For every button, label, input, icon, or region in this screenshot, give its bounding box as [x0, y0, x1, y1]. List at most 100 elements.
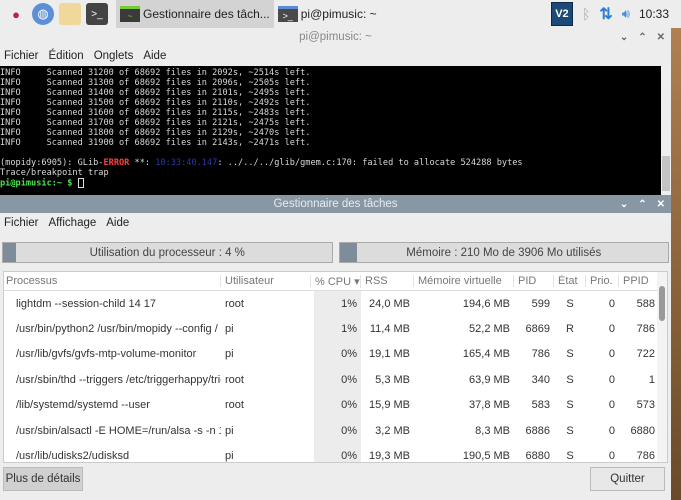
cpu-usage-label: Utilisation du processeur : 4 % — [89, 246, 245, 259]
close-icon[interactable]: ✕ — [657, 199, 665, 210]
process-table: Processus Utilisateur% CPU ▾ RSS Mémoire vi… — [3, 271, 668, 463]
error-mid: **: — [129, 158, 156, 168]
network-icon[interactable]: ⇅ — [599, 4, 612, 24]
column-header-virtual-memory[interactable]: Mémoire virtuelle — [414, 275, 514, 287]
cell-priority: 0 — [608, 348, 615, 361]
error-time: 10:33:40.147 — [155, 158, 218, 168]
log-line: INFO Scanned 31400 of 68692 files in 210… — [0, 88, 311, 98]
terminal-icon: >_ — [277, 6, 298, 22]
cell-rss: 5,3 MB — [375, 373, 410, 386]
cell-rss: 19,3 MB — [369, 450, 410, 463]
error-word: ERROR — [103, 158, 130, 168]
maximize-icon[interactable]: ⌃ — [638, 32, 646, 43]
menu-fichier[interactable]: Fichier — [4, 50, 39, 62]
cell-priority: 0 — [608, 450, 615, 463]
cell-state: S — [566, 297, 574, 310]
column-header-rss[interactable]: RSS — [361, 275, 414, 287]
cursor — [77, 178, 84, 188]
clock: 10:33 — [638, 7, 669, 21]
cell-virtual-memory: 165,4 MB — [462, 348, 510, 361]
bluetooth-icon[interactable]: ᛒ — [582, 6, 590, 22]
cell-virtual-memory: 190,5 MB — [462, 450, 510, 463]
cell-pid: 599 — [531, 297, 550, 310]
menu-fichier[interactable]: Fichier — [4, 217, 39, 229]
terminal-launcher-icon[interactable]: >_ — [86, 3, 108, 25]
menu-aide[interactable]: Aide — [106, 217, 129, 229]
more-details-button[interactable]: Plus de détails — [3, 467, 83, 491]
minimize-icon[interactable]: ⌄ — [620, 32, 628, 43]
window-title: Gestionnaire des tâches — [273, 198, 398, 210]
cell-state: S — [566, 450, 574, 463]
raspberry-menu-icon[interactable]: ● — [5, 3, 27, 25]
file-manager-icon[interactable] — [59, 3, 81, 25]
error-message: : ../../../glib/gmem.c:170: failed to al… — [217, 158, 523, 168]
table-row[interactable]: /usr/lib/udisks2/udisksd pi 0% 19,3 MB 190,5… — [4, 443, 667, 463]
cell-process: /lib/systemd/systemd --user — [16, 399, 150, 412]
menu-affichage[interactable]: Affichage — [49, 217, 97, 229]
table-row[interactable]: /usr/lib/gvfs/gvfs-mtp-volume-monitor pi 0… — [4, 342, 667, 367]
cell-ppid: 786 — [636, 450, 655, 463]
minimize-icon[interactable]: ⌄ — [620, 199, 628, 210]
log-line: INFO Scanned 31600 of 68692 files in 211… — [0, 108, 311, 118]
cell-rss: 19,1 MB — [369, 348, 410, 361]
log-line: INFO Scanned 31700 of 68692 files in 212… — [0, 118, 311, 128]
cell-user: pi — [225, 450, 234, 463]
cell-virtual-memory: 8,3 MB — [475, 424, 510, 437]
error-line: (mopidy:6905): GLib-ERROR **: 10:33:40.1… — [0, 158, 671, 168]
cell-rss: 3,2 MB — [375, 424, 410, 437]
cell-process: /usr/lib/udisks2/udisksd — [16, 450, 130, 463]
table-row[interactable]: /usr/sbin/alsactl -E HOME=/run/alsa -s -… — [4, 418, 667, 443]
cell-cpu: 0% — [341, 399, 357, 412]
cell-cpu: 1% — [341, 297, 357, 310]
volume-icon[interactable]: 🔊︎ — [622, 6, 630, 22]
column-header-pid[interactable]: PID — [514, 275, 554, 287]
cell-user: pi — [225, 348, 234, 361]
log-line: INFO Scanned 31300 of 68692 files in 209… — [0, 78, 311, 88]
maximize-icon[interactable]: ⌃ — [638, 199, 646, 210]
menu-aide[interactable]: Aide — [143, 50, 166, 62]
cell-user: root — [225, 399, 244, 412]
window-title: pi@pimusic: ~ — [299, 31, 372, 43]
prompt: pi@pimusic:~ $ — [0, 178, 73, 189]
column-header-process[interactable]: Processus — [4, 275, 221, 287]
cell-pid: 583 — [531, 399, 550, 412]
menu-onglets[interactable]: Onglets — [94, 50, 134, 62]
table-row[interactable]: lightdm --session-child 14 17 root 1% 24,0 … — [4, 291, 667, 316]
memory-usage-fill — [339, 243, 358, 262]
table-row[interactable]: /lib/systemd/systemd --user root 0% 15,9 MB… — [4, 393, 667, 418]
table-scrollbar[interactable] — [657, 272, 667, 462]
task-terminal[interactable]: >_ pi@pimusic: ~ — [274, 0, 381, 28]
cell-ppid: 722 — [636, 348, 655, 361]
terminal-scrollbar[interactable] — [661, 66, 671, 196]
cell-state: S — [566, 348, 574, 361]
cell-ppid: 786 — [636, 323, 655, 336]
table-row[interactable]: /usr/bin/python2 /usr/bin/mopidy --confi… — [4, 316, 667, 341]
activity-icon: ~ — [120, 6, 140, 22]
column-header-cpu[interactable]: % CPU ▾ — [311, 274, 361, 288]
column-header-state[interactable]: État — [554, 275, 586, 287]
vnc-icon[interactable]: V2 — [550, 2, 573, 26]
quit-button[interactable]: Quitter — [590, 467, 665, 491]
trace-line: Trace/breakpoint trap — [0, 168, 109, 178]
browser-icon[interactable]: ◍ — [32, 3, 54, 25]
taskbar: ● ◍ >_ ~ Gestionnaire des tâch... >_ pi@pi… — [0, 0, 681, 28]
cell-virtual-memory: 37,8 MB — [469, 399, 510, 412]
cell-user: pi — [225, 323, 234, 336]
task-label: pi@pimusic: ~ — [300, 7, 377, 21]
close-icon[interactable]: ✕ — [657, 32, 665, 43]
cell-cpu: 0% — [341, 348, 357, 361]
cell-state: S — [566, 399, 574, 412]
terminal-output[interactable]: INFO Scanned 31200 of 68692 files in 209… — [0, 66, 671, 196]
column-header-user[interactable]: Utilisateur — [221, 275, 311, 287]
menu-edition[interactable]: Édition — [49, 50, 84, 62]
error-prefix: (mopidy:6905): GLib- — [0, 158, 104, 168]
cell-process: /usr/sbin/thd --triggers /etc/triggerhap… — [16, 373, 221, 386]
cell-state: R — [566, 323, 574, 336]
terminal-window: pi@pimusic: ~ ⌄ ⌃ ✕ Fichier Édition Onglet… — [0, 28, 671, 196]
cpu-usage-fill — [3, 243, 17, 262]
column-header-ppid[interactable]: PPID — [619, 275, 659, 287]
column-header-priority[interactable]: Prio. — [586, 275, 619, 287]
task-taskmanager[interactable]: ~ Gestionnaire des tâch... — [116, 0, 274, 28]
cell-cpu: 0% — [341, 450, 357, 463]
table-row[interactable]: /usr/sbin/thd --triggers /etc/triggerhap… — [4, 367, 667, 392]
